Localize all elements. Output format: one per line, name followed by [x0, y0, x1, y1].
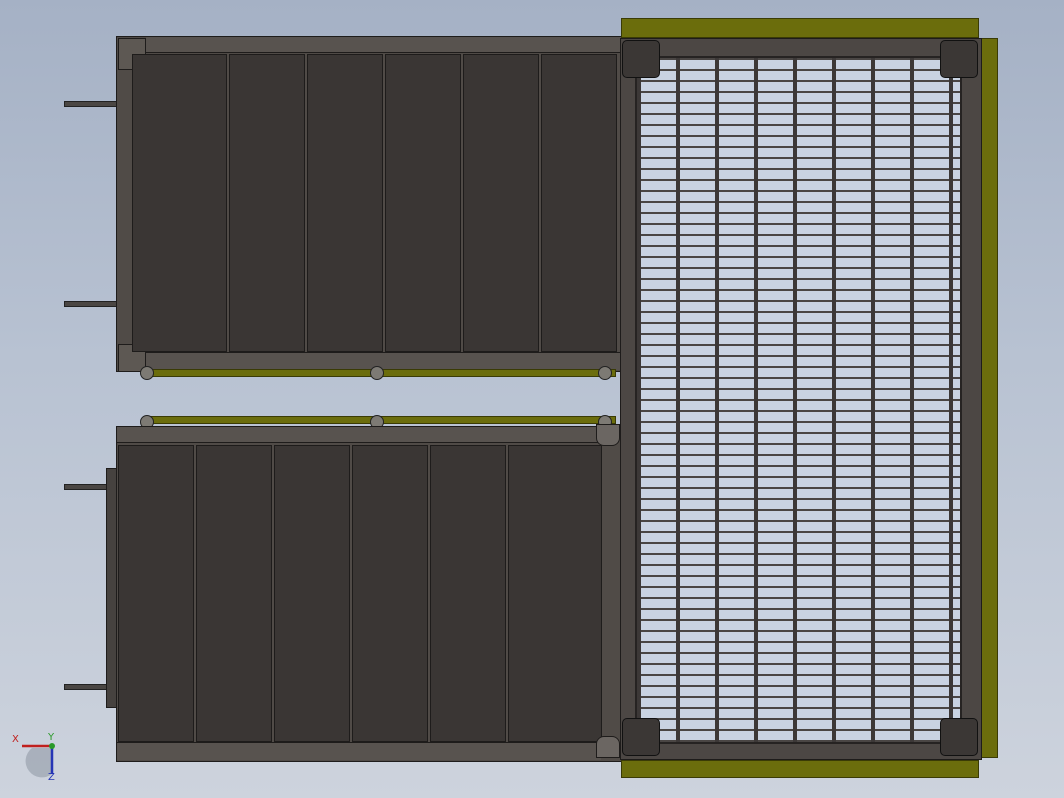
- lower-door-bottom-rail: [117, 742, 601, 760]
- upper-door-top-rail: [146, 37, 622, 53]
- upper-panel-3: [307, 54, 383, 352]
- grating-corner-top-left: [622, 40, 660, 78]
- grating-corner-bottom-left: [622, 718, 660, 756]
- upper-panel-2: [229, 54, 305, 352]
- upper-roller-1: [140, 366, 154, 380]
- grating-corner-bottom-right: [940, 718, 978, 756]
- lower-hinge-clip-top: [596, 424, 620, 446]
- axis-z-label: Z: [48, 772, 55, 783]
- lower-hinge-clip-bottom: [596, 736, 620, 758]
- upper-panel-5: [463, 54, 539, 352]
- lower-panel-6: [508, 445, 602, 742]
- lower-panel-4: [352, 445, 428, 742]
- upper-roller-2: [370, 366, 384, 380]
- upper-door-bottom-rail: [146, 352, 622, 370]
- upper-bolt-rod-bottom: [64, 301, 122, 307]
- grating-olive-bottom: [621, 760, 979, 778]
- grating-frame-assembly[interactable]: [618, 16, 1002, 780]
- lower-panel-1: [118, 445, 194, 742]
- lower-panel-2: [196, 445, 272, 742]
- grating-olive-top: [621, 18, 979, 38]
- lower-door-top-rail: [117, 427, 601, 443]
- axis-y-label: Y: [48, 732, 55, 743]
- upper-roller-3: [598, 366, 612, 380]
- upper-panel-1: [132, 54, 227, 352]
- upper-door-assembly[interactable]: [60, 34, 622, 380]
- upper-bolt-rod-top: [64, 101, 122, 107]
- axis-x-label: X: [12, 734, 19, 745]
- lower-panel-5: [430, 445, 506, 742]
- lower-door-assembly[interactable]: [60, 412, 622, 764]
- grating-olive-right: [980, 38, 998, 758]
- upper-panel-4: [385, 54, 461, 352]
- grating-corner-top-right: [940, 40, 978, 78]
- grating-mesh: [635, 56, 962, 744]
- axis-triad[interactable]: X Y Z: [8, 730, 64, 786]
- upper-panel-6: [541, 54, 617, 352]
- lower-panel-3: [274, 445, 350, 742]
